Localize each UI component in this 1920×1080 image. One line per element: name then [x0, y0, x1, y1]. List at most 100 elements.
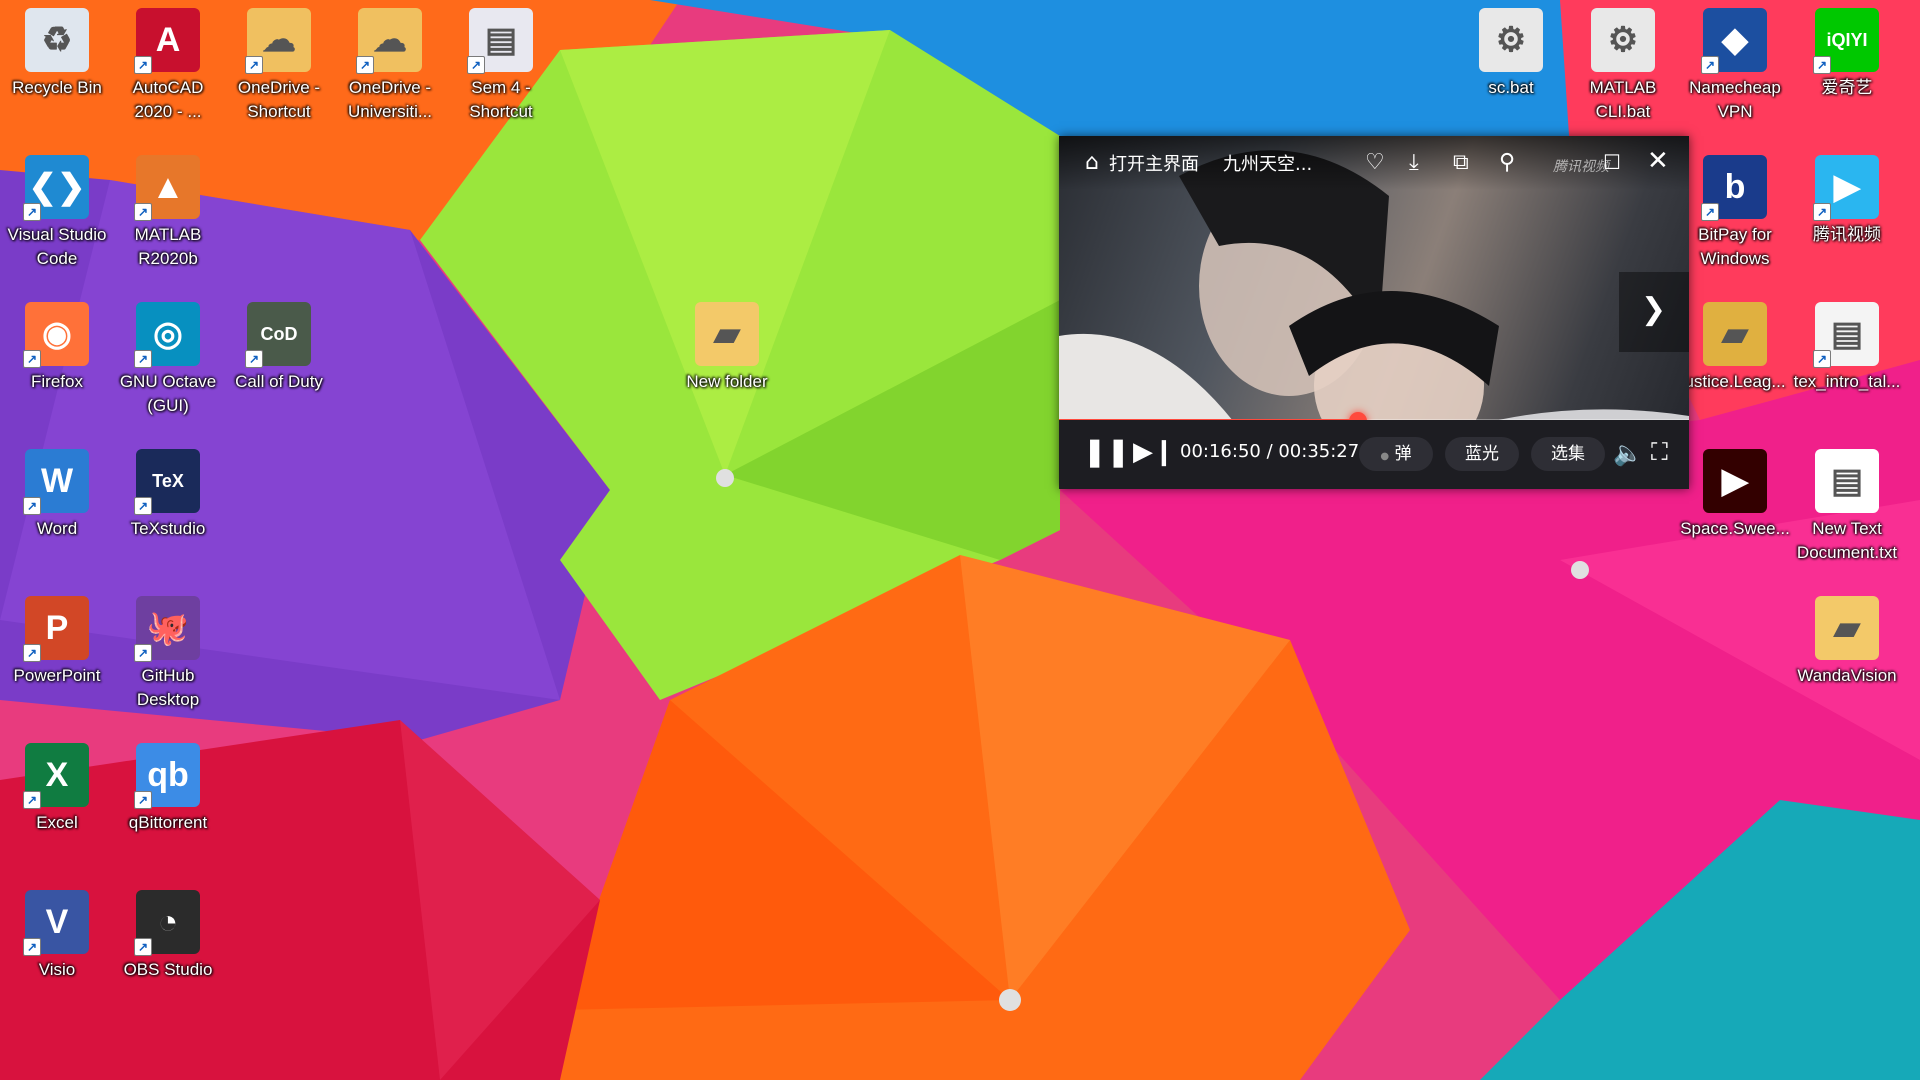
desktop-icon-autocad[interactable]: A ↗ AutoCAD 2020 - ... — [113, 8, 223, 124]
desktop-icon-qbittorrent[interactable]: qb ↗ qBittorrent — [113, 743, 223, 835]
desktop-icon-matlab-cli[interactable]: ⚙ MATLAB CLI.bat — [1568, 8, 1678, 124]
desktop-icon-label: tex_intro_tal... — [1793, 372, 1901, 391]
desktop-icon-tencent-video[interactable]: ▶ ↗ 腾讯视频 — [1792, 155, 1902, 247]
home-icon[interactable]: ⌂ — [1085, 149, 1099, 177]
desktop-icon-texstudio[interactable]: TeX ↗ TeXstudio — [113, 449, 223, 541]
window-restore-icon[interactable]: ☐ — [1603, 148, 1621, 176]
onedrive-folder-icon: ☁ ↗ — [245, 8, 311, 74]
fullscreen-icon[interactable]: ⛶ — [1651, 438, 1668, 466]
desktop-icon-onedrive-university[interactable]: ☁ ↗ OneDrive - Universiti... — [335, 8, 445, 124]
batch-file-icon: ⚙ — [1479, 8, 1543, 72]
desktop-icon-sc-bat[interactable]: ⚙ sc.bat — [1456, 8, 1566, 100]
desktop-icon-space-sweepers[interactable]: ▶ Space.Swee... — [1680, 449, 1790, 541]
desktop-icon-sem4[interactable]: ▤ ↗ Sem 4 - Shortcut — [446, 8, 556, 124]
danmaku-toggle[interactable]: ● 弹 — [1359, 437, 1433, 471]
shortcut-arrow-icon: ↗ — [1813, 350, 1831, 368]
desktop-icon-label: ustice.Leag... — [1684, 372, 1786, 391]
episodes-button[interactable]: 选集 — [1531, 437, 1605, 471]
next-episode-button[interactable]: ❯ — [1619, 272, 1689, 352]
shortcut-arrow-icon: ↗ — [245, 56, 263, 74]
iqiyi-icon: iQIYI ↗ — [1813, 8, 1879, 74]
desktop-icon-excel[interactable]: X ↗ Excel — [2, 743, 112, 835]
video-title: 九州天空... — [1223, 154, 1313, 175]
desktop-icon-onedrive-shortcut[interactable]: ☁ ↗ OneDrive - Shortcut — [224, 8, 334, 124]
matlab-icon: ▲ ↗ — [134, 155, 200, 221]
shortcut-arrow-icon: ↗ — [23, 791, 41, 809]
batch-file-icon: ⚙ — [1591, 8, 1655, 72]
desktop-icon-label: GitHub Desktop — [136, 666, 200, 709]
pause-icon[interactable]: ❚❚ — [1083, 438, 1130, 466]
player-top-bar: ⌂ 打开主界面 九州天空... ♡ ⤓ ⧉ ⚲ 腾讯视频 ☐ ✕ — [1059, 136, 1689, 190]
desktop-icon-new-text[interactable]: ▤ New Text Document.txt — [1792, 449, 1902, 565]
desktop-icon-cod[interactable]: CoD ↗ Call of Duty — [224, 302, 334, 394]
folder-icon: ▰ — [695, 302, 759, 366]
shortcut-arrow-icon: ↗ — [134, 644, 152, 662]
github-icon: 🐙 ↗ — [134, 596, 200, 662]
shortcut-arrow-icon: ↗ — [1813, 203, 1831, 221]
desktop-icon-label: New folder — [686, 372, 768, 391]
volume-icon[interactable]: 🔈 — [1613, 439, 1643, 467]
toggle-dot-icon: ● — [1380, 451, 1390, 462]
cast-icon[interactable]: ⧉ — [1453, 149, 1469, 177]
vlc-video-icon: ▶ — [1703, 449, 1767, 513]
desktop-icon-firefox[interactable]: ◉ ↗ Firefox — [2, 302, 112, 394]
desktop-icon-label: New Text Document.txt — [1796, 519, 1898, 562]
tencent-video-mini-player[interactable]: ⌂ 打开主界面 九州天空... ♡ ⤓ ⧉ ⚲ 腾讯视频 ☐ ✕ ❯ ❚❚ ▶❙… — [1059, 136, 1689, 489]
namecheap-vpn-icon: ◆ ↗ — [1701, 8, 1767, 74]
shortcut-arrow-icon: ↗ — [245, 350, 263, 368]
pdf-document-icon: ▤ ↗ — [1813, 302, 1879, 368]
desktop-icon-matlab[interactable]: ▲ ↗ MATLAB R2020b — [113, 155, 223, 271]
desktop-icon-tex-intro[interactable]: ▤ ↗ tex_intro_tal... — [1792, 302, 1902, 394]
call-of-duty-icon: CoD ↗ — [245, 302, 311, 368]
shortcut-arrow-icon: ↗ — [134, 791, 152, 809]
recycle-bin-icon: ♻ — [25, 8, 89, 72]
time-readout: 00:16:50 / 00:35:27 — [1180, 441, 1359, 462]
desktop-icon-new-folder[interactable]: ▰ New folder — [672, 302, 782, 394]
desktop-icon-powerpoint[interactable]: P ↗ PowerPoint — [2, 596, 112, 688]
desktop-icon-label: TeXstudio — [130, 519, 206, 538]
vscode-icon: ❮❯ ↗ — [23, 155, 89, 221]
onedrive-folder-icon: ☁ ↗ — [356, 8, 422, 74]
shortcut-arrow-icon: ↗ — [134, 203, 152, 221]
shortcut-arrow-icon: ↗ — [1813, 56, 1831, 74]
desktop-icon-label: sc.bat — [1488, 78, 1534, 97]
texstudio-icon: TeX ↗ — [134, 449, 200, 515]
desktop-icon-label: MATLAB R2020b — [134, 225, 202, 268]
favorite-icon[interactable]: ♡ — [1365, 149, 1385, 177]
desktop-icon-obs[interactable]: ◔ ↗ OBS Studio — [113, 890, 223, 982]
desktop-icon-namecheap[interactable]: ◆ ↗ Namecheap VPN — [1680, 8, 1790, 124]
pdf-document-icon: ▤ ↗ — [467, 8, 533, 74]
desktop-icon-word[interactable]: W ↗ Word — [2, 449, 112, 541]
quality-button[interactable]: 蓝光 — [1445, 437, 1519, 471]
desktop-icon-label: GNU Octave (GUI) — [119, 372, 217, 415]
desktop-icon-octave[interactable]: ◎ ↗ GNU Octave (GUI) — [113, 302, 223, 418]
desktop-icon-iqiyi[interactable]: iQIYI ↗ 爱奇艺 — [1792, 8, 1902, 100]
desktop-icon-label: Excel — [36, 813, 78, 832]
desktop-icon-visio[interactable]: V ↗ Visio — [2, 890, 112, 982]
desktop-icon-recycle-bin[interactable]: ♻ Recycle Bin — [2, 8, 112, 100]
close-icon[interactable]: ✕ — [1647, 147, 1669, 175]
qbittorrent-icon: qb ↗ — [134, 743, 200, 809]
desktop-icon-vscode[interactable]: ❮❯ ↗ Visual Studio Code — [2, 155, 112, 271]
octave-icon: ◎ ↗ — [134, 302, 200, 368]
folder-icon: ▰ — [1815, 596, 1879, 660]
watermark-logo: 腾讯视频 — [1553, 159, 1609, 175]
desktop-icon-bitpay[interactable]: b ↗ BitPay for Windows — [1680, 155, 1790, 271]
shortcut-arrow-icon: ↗ — [134, 350, 152, 368]
desktop-icon-label: qBittorrent — [128, 813, 208, 832]
next-track-icon[interactable]: ▶❙ — [1133, 438, 1175, 466]
obs-icon: ◔ ↗ — [134, 890, 200, 956]
current-time: 00:16:50 — [1180, 441, 1261, 462]
pin-icon[interactable]: ⚲ — [1499, 149, 1515, 177]
download-icon[interactable]: ⤓ — [1409, 149, 1419, 177]
shortcut-arrow-icon: ↗ — [23, 938, 41, 956]
open-main-window-button[interactable]: 打开主界面 — [1109, 150, 1199, 176]
desktop-icon-justice-league[interactable]: ▰ ustice.Leag... — [1680, 302, 1790, 394]
desktop-icon-label: Sem 4 - Shortcut — [469, 78, 533, 121]
shortcut-arrow-icon: ↗ — [23, 497, 41, 515]
desktop-icon-github[interactable]: 🐙 ↗ GitHub Desktop — [113, 596, 223, 712]
desktop-icon-wandavision[interactable]: ▰ WandaVision — [1792, 596, 1902, 688]
desktop-icon-label: 爱奇艺 — [1821, 78, 1873, 97]
shortcut-arrow-icon: ↗ — [356, 56, 374, 74]
desktop-icon-label: BitPay for Windows — [1698, 225, 1772, 268]
